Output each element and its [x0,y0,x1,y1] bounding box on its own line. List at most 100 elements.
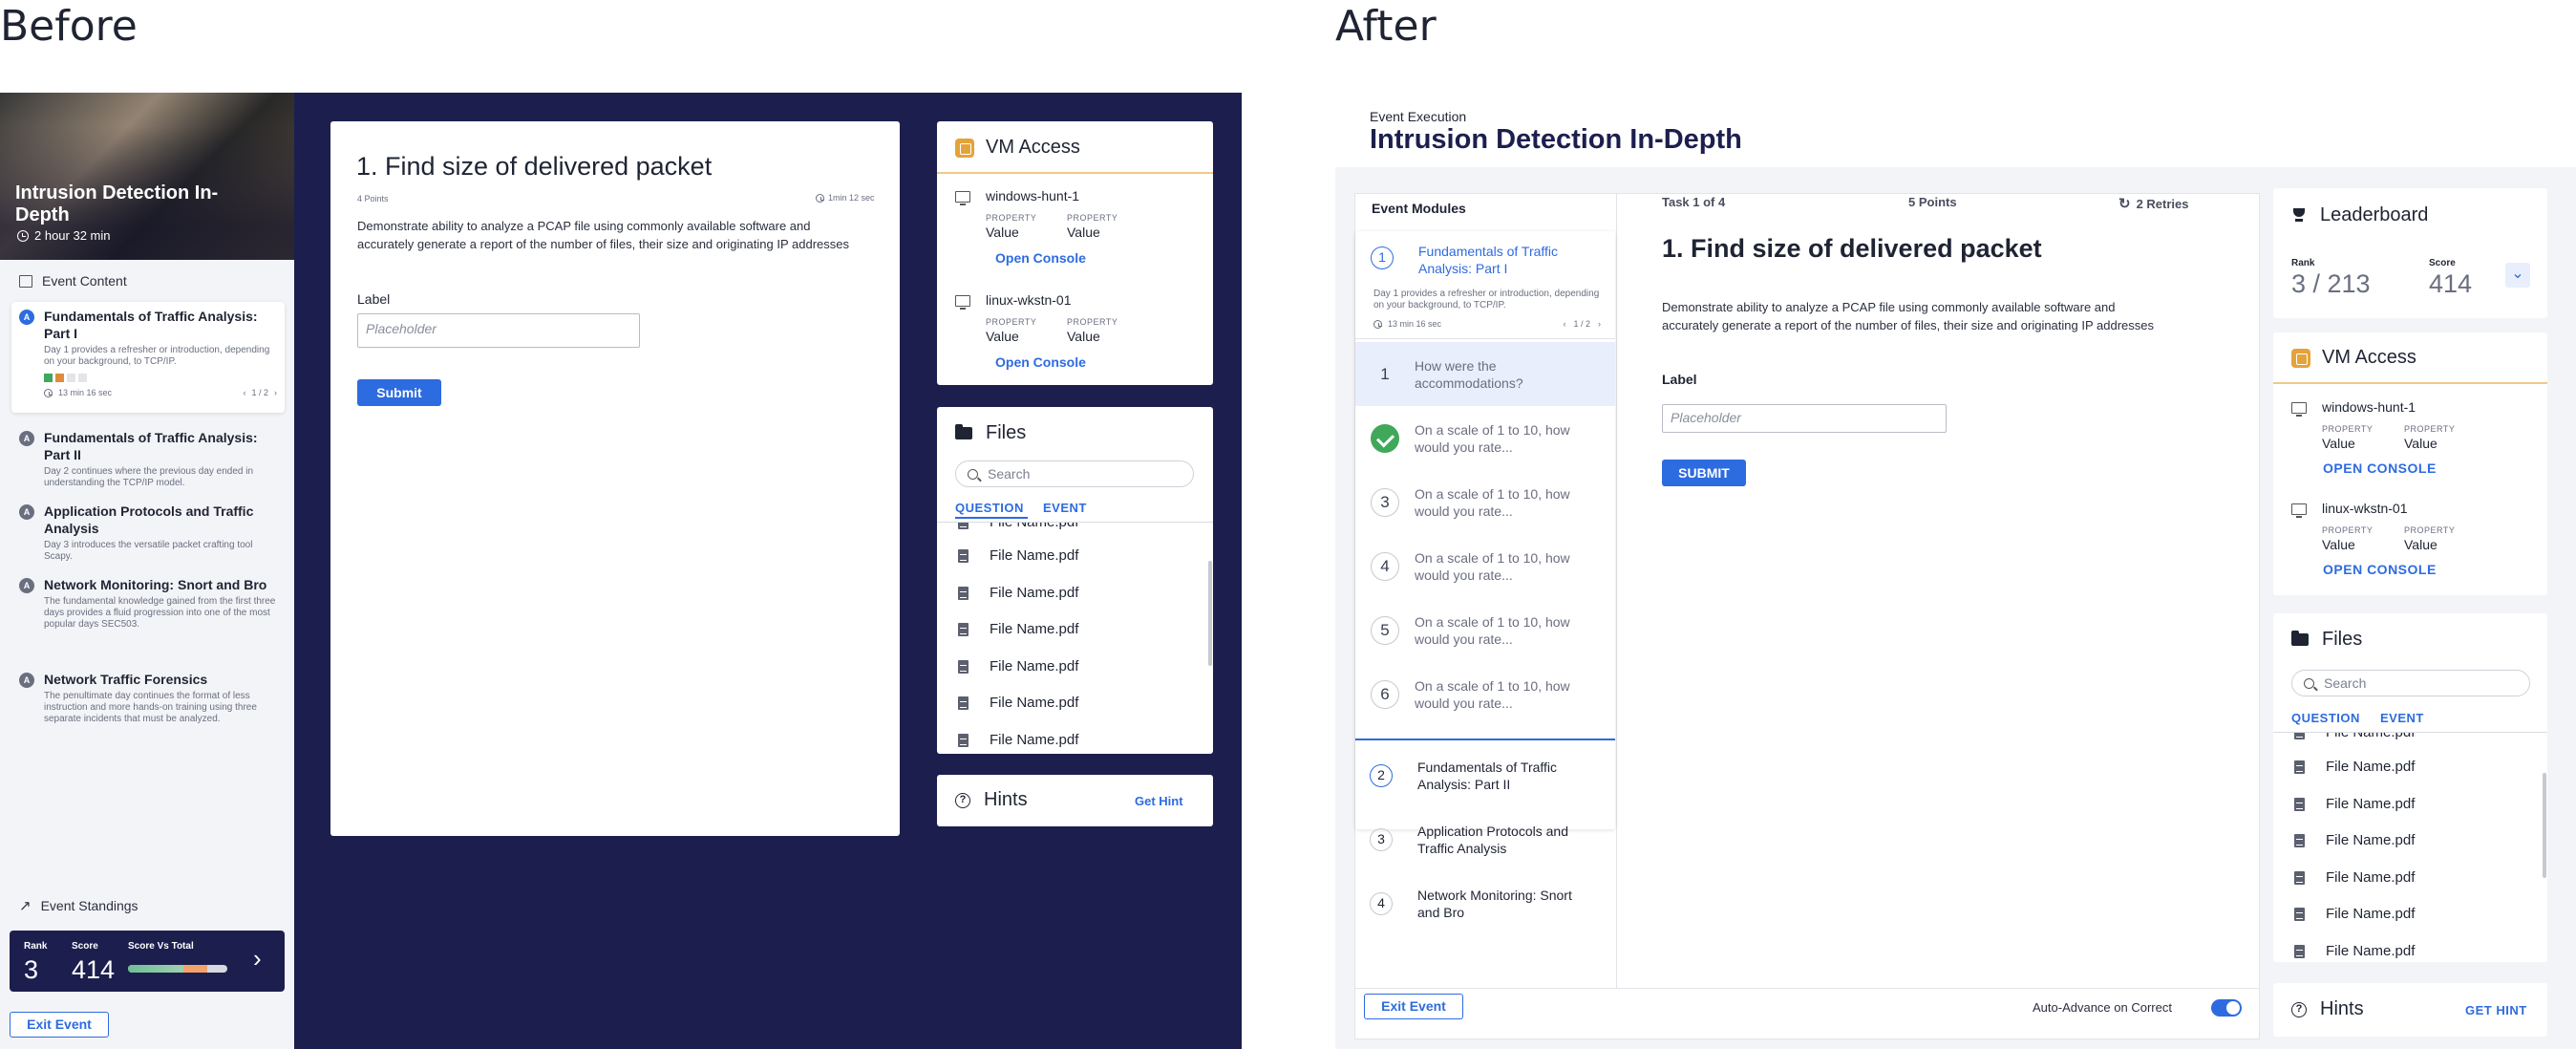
pager-prev-icon[interactable]: ‹ [1563,319,1565,329]
file-icon [958,586,969,600]
module-badge: A [19,673,34,688]
module-badge: A [19,431,34,446]
help-icon: ? [955,792,970,808]
question-item[interactable]: 3 On a scale of 1 to 10, how would you r… [1355,470,1615,534]
files-search-input[interactable]: Search [2291,670,2530,696]
files-header: Files [955,422,1026,444]
pager-next-icon[interactable]: › [1598,319,1601,329]
vm-machine-item: linux-wkstn-01 PROPERTY Value PROPERTY V… [955,292,1118,370]
folder-icon [2291,631,2309,646]
question-text: On a scale of 1 to 10, how would you rat… [1415,421,1570,455]
exit-event-button[interactable]: Exit Event [1364,994,1463,1019]
module-title[interactable]: Fundamentals of Traffic Analysis: Part I [1418,243,1600,277]
standings-card[interactable]: Rank 3 Score 414 Score Vs Total › [10,931,285,992]
question-text: On a scale of 1 to 10, how would you rat… [1415,549,1570,583]
question-text: On a scale of 1 to 10, how would you rat… [1415,677,1570,711]
file-item[interactable]: File Name.pdf [2294,869,2415,886]
vm-name: linux-wkstn-01 [2322,501,2408,516]
get-hint-button[interactable]: Get Hint [1135,794,1183,808]
get-hint-button[interactable]: GET HINT [2465,1003,2527,1017]
tab-event[interactable]: EVENT [2380,711,2424,725]
task-body: Demonstrate ability to analyze a PCAP fi… [1662,300,2154,332]
vm-machine-item: linux-wkstn-01 PROPERTY Value PROPERTY V… [2291,501,2455,577]
chevron-right-icon[interactable]: › [253,944,262,974]
divider [1616,193,1617,988]
score-vs-total-fill [128,965,208,973]
question-timer: 1min 12 sec [816,193,875,203]
file-item[interactable]: File Name.pdf [958,585,1078,601]
task-points: 5 Points [1908,195,1957,209]
files-card: Files Search QUESTION EVENT File Name.pd… [937,407,1213,754]
active-tab-indicator [955,517,1028,519]
answer-input[interactable]: Placeholder [1662,404,1947,433]
tab-question[interactable]: QUESTION [2291,711,2360,725]
module-desc: Day 1 provides a refresher or introducti… [1373,289,1600,310]
help-icon: ? [2291,1001,2307,1017]
file-item[interactable]: File Name.pdf [958,658,1078,674]
check-icon [1371,423,1399,453]
tab-event[interactable]: EVENT [1043,501,1087,515]
question-item-current[interactable]: 1 How were the accommodations? [1355,342,1615,406]
file-item[interactable]: File Name.pdf [2294,796,2415,812]
chevron-down-icon[interactable]: ⌄ [2505,263,2530,288]
property-label: PROPERTY [2322,424,2374,434]
file-item[interactable]: File Name.pdf [958,695,1078,711]
question-points: 4 Points [357,194,389,203]
pager-prev-icon[interactable]: ‹ [243,388,245,397]
clock-icon [44,388,53,397]
property-label: PROPERTY [2404,424,2456,434]
pager-next-icon[interactable]: › [274,388,277,397]
file-item[interactable]: File Name.pdf [2294,733,2415,740]
rank-label: Rank [2291,258,2315,268]
file-item[interactable]: File Name.pdf [958,732,1078,748]
file-item[interactable]: File Name.pdf [958,523,1078,530]
exit-event-button[interactable]: Exit Event [10,1012,109,1038]
question-item[interactable]: 4 On a scale of 1 to 10, how would you r… [1355,534,1615,598]
module-item[interactable]: 4 Network Monitoring: Snort and Bro [1370,887,1608,921]
divider [937,172,1213,174]
open-console-button[interactable]: Open Console [995,354,1086,370]
score-label: Score [2429,258,2456,268]
file-icon [2294,760,2305,774]
auto-advance-label: Auto-Advance on Correct [2033,1000,2172,1015]
question-item[interactable]: On a scale of 1 to 10, how would you rat… [1355,406,1615,470]
module-item[interactable]: A Application Protocols and Traffic Anal… [19,503,283,563]
files-header: Files [2291,629,2362,651]
module-item[interactable]: A Fundamentals of Traffic Analysis: Part… [19,429,283,489]
file-item[interactable]: File Name.pdf [958,547,1078,564]
file-item[interactable]: File Name.pdf [2294,943,2415,959]
scrollbar[interactable] [2543,773,2546,878]
module-progress-squares [44,374,277,382]
open-console-button[interactable]: OPEN CONSOLE [2323,562,2437,577]
open-console-button[interactable]: Open Console [995,250,1086,266]
file-icon [2294,944,2305,958]
property-label: PROPERTY [1067,213,1118,223]
submit-button[interactable]: SUBMIT [1662,460,1746,486]
tab-question[interactable]: QUESTION [955,501,1024,515]
auto-advance-toggle[interactable] [2211,999,2242,1017]
files-search-input[interactable]: Search [955,460,1194,487]
score-label: Score [72,941,98,952]
property-label: PROPERTY [986,317,1037,327]
question-item[interactable]: 5 On a scale of 1 to 10, how would you r… [1355,598,1615,662]
answer-input[interactable]: Placeholder [357,313,640,348]
open-console-button[interactable]: OPEN CONSOLE [2323,460,2437,476]
file-item[interactable]: File Name.pdf [2294,906,2415,922]
scrollbar[interactable] [1208,561,1212,666]
file-item[interactable]: File Name.pdf [2294,759,2415,775]
module-item[interactable]: 2 Fundamentals of Traffic Analysis: Part… [1370,759,1608,793]
module-meta: 13 min 16 sec ‹ 1 / 2 › [1373,319,1612,329]
module-item[interactable]: A Network Traffic Forensics The penultim… [19,671,283,725]
vm-name: windows-hunt-1 [986,188,1080,203]
module-item[interactable]: A Network Monitoring: Snort and Bro The … [19,576,283,631]
module-item-active[interactable]: A Fundamentals of Traffic Analysis: Part… [11,302,285,413]
file-item[interactable]: File Name.pdf [2294,832,2415,848]
file-icon [958,659,969,674]
question-number: 1 [1371,359,1399,389]
question-item[interactable]: 6 On a scale of 1 to 10, how would you r… [1355,662,1615,726]
submit-button[interactable]: Submit [357,379,441,406]
file-item[interactable]: File Name.pdf [958,621,1078,637]
module-item[interactable]: 3 Application Protocols and Traffic Anal… [1370,823,1608,857]
monitor-icon [955,295,970,310]
clock-icon [816,193,824,203]
